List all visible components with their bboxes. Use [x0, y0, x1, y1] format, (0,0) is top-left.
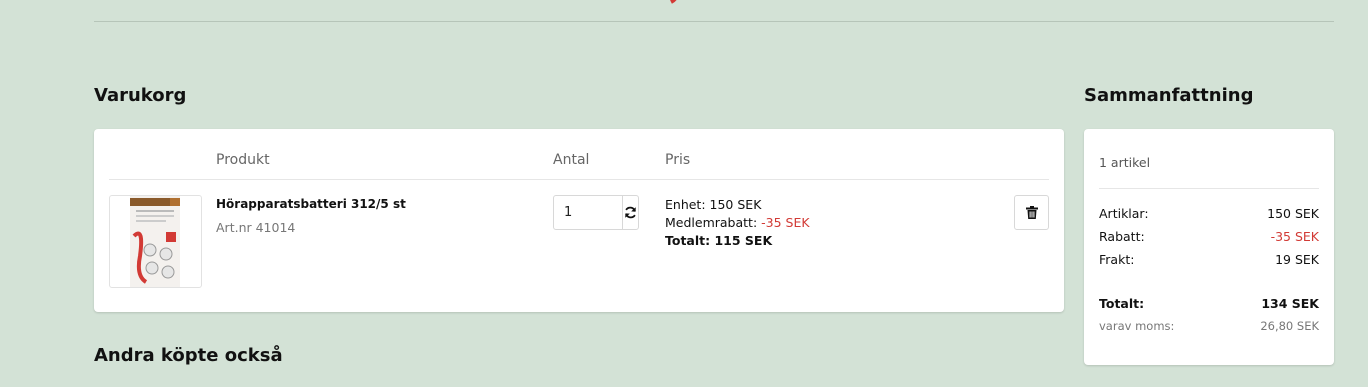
refresh-icon — [625, 206, 636, 219]
summary-label: Artiklar: — [1099, 206, 1149, 221]
quantity-input[interactable] — [554, 196, 623, 229]
summary-vat-row: varav moms: 26,80 SEK — [1099, 319, 1319, 333]
header-divider — [109, 179, 1049, 180]
summary-row-discount: Rabatt: -35 SEK — [1099, 229, 1319, 244]
remove-item-button[interactable] — [1014, 195, 1049, 230]
unit-price-label: Enhet: — [665, 197, 706, 212]
summary-total-value: 134 SEK — [1261, 296, 1319, 311]
member-discount-line: Medlemrabatt: -35 SEK — [665, 214, 810, 232]
summary-row-articles: Artiklar: 150 SEK — [1099, 206, 1319, 221]
unit-price-value: 150 SEK — [709, 197, 762, 212]
item-total-label: Totalt: — [665, 233, 711, 248]
member-discount-value: -35 SEK — [761, 215, 810, 230]
product-name[interactable]: Hörapparatsbatteri 312/5 st — [216, 197, 406, 211]
cart-title: Varukorg — [94, 85, 187, 106]
summary-total-label: Totalt: — [1099, 296, 1145, 311]
summary-divider — [1099, 188, 1319, 189]
summary-label: Frakt: — [1099, 252, 1135, 267]
quantity-control — [553, 195, 639, 230]
product-article-number: Art.nr 41014 — [216, 220, 296, 235]
logo[interactable] — [575, 0, 695, 4]
column-header-price: Pris — [665, 152, 691, 168]
also-bought-title: Andra köpte också — [94, 345, 283, 366]
update-quantity-button[interactable] — [623, 196, 638, 229]
summary-title: Sammanfattning — [1084, 85, 1254, 106]
item-total-value: 115 SEK — [714, 233, 773, 248]
summary-value: -35 SEK — [1270, 229, 1319, 244]
summary-label: Rabatt: — [1099, 229, 1145, 244]
item-count: 1 artikel — [1099, 155, 1151, 170]
member-discount-label: Medlemrabatt: — [665, 215, 758, 230]
summary-value: 150 SEK — [1267, 206, 1319, 221]
summary-row-shipping: Frakt: 19 SEK — [1099, 252, 1319, 267]
cart-panel: Produkt Antal Pris Hörapparatsbatteri 31… — [94, 129, 1064, 312]
summary-panel: 1 artikel Artiklar: 150 SEK Rabatt: -35 … — [1084, 129, 1334, 365]
summary-total-row: Totalt: 134 SEK — [1099, 296, 1319, 311]
unit-price-line: Enhet: 150 SEK — [665, 196, 810, 214]
column-header-quantity: Antal — [553, 152, 590, 168]
trash-icon — [1025, 206, 1038, 219]
price-details: Enhet: 150 SEK Medlemrabatt: -35 SEK Tot… — [665, 196, 810, 250]
product-image[interactable] — [109, 195, 202, 288]
column-header-product: Produkt — [216, 152, 270, 168]
summary-vat-value: 26,80 SEK — [1260, 319, 1319, 333]
header-divider — [94, 21, 1334, 22]
item-total-line: Totalt: 115 SEK — [665, 232, 810, 250]
summary-vat-label: varav moms: — [1099, 319, 1175, 333]
summary-value: 19 SEK — [1275, 252, 1319, 267]
battery-package-image — [130, 196, 180, 287]
